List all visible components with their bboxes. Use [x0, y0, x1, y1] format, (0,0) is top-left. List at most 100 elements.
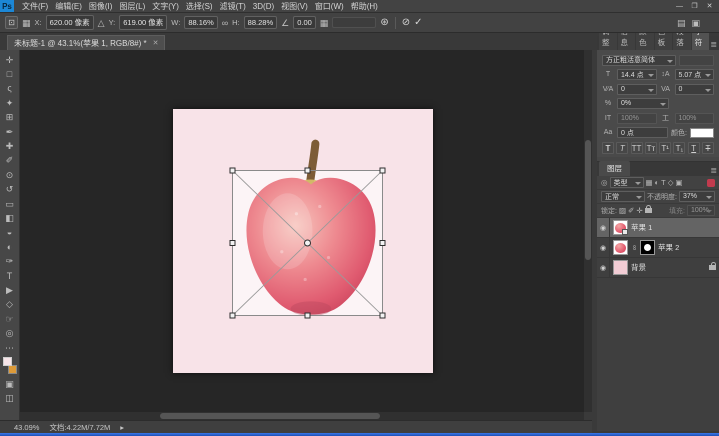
- faux-bold-button[interactable]: T: [602, 142, 614, 154]
- filter-adjustment-icon[interactable]: ◐: [655, 178, 660, 187]
- pen-tool[interactable]: ✑: [2, 254, 18, 267]
- foreground-color-swatch[interactable]: [3, 357, 12, 366]
- layer-row-apple-1[interactable]: ◉ 苹果 1: [597, 218, 719, 238]
- arrange-documents-icon[interactable]: ▤: [677, 18, 686, 28]
- layer-name[interactable]: 背景: [631, 262, 646, 273]
- layer-thumbnail[interactable]: [613, 240, 628, 255]
- minimize-button[interactable]: —: [673, 1, 686, 11]
- commit-transform-button[interactable]: ✓: [414, 18, 422, 28]
- warp-mode-icon[interactable]: ⊛: [380, 18, 388, 28]
- workspace-icon[interactable]: ▣: [691, 18, 700, 28]
- background-color-swatch[interactable]: [8, 365, 17, 374]
- gradient-tool[interactable]: ◧: [2, 211, 18, 224]
- horizontal-scale-field[interactable]: 100%: [675, 113, 715, 124]
- lasso-tool[interactable]: ς: [2, 82, 18, 95]
- filter-text-icon[interactable]: T: [661, 178, 666, 187]
- visibility-eye-icon[interactable]: ◉: [597, 238, 610, 257]
- canvas-area[interactable]: [20, 50, 584, 420]
- visibility-eye-icon[interactable]: ◉: [597, 258, 610, 277]
- menu-3d[interactable]: 3D(D): [253, 2, 274, 11]
- layers-panel-menu-icon[interactable]: ≣: [710, 166, 717, 176]
- close-button[interactable]: ✕: [703, 1, 716, 11]
- kerning-field[interactable]: 0: [617, 84, 657, 95]
- rotation-field[interactable]: 0.00: [293, 16, 316, 29]
- menu-file[interactable]: 文件(F): [22, 1, 48, 12]
- leading-field[interactable]: 5.07 点: [675, 69, 715, 80]
- small-caps-button[interactable]: Tᴛ: [645, 142, 657, 154]
- filter-shape-icon[interactable]: ◇: [668, 178, 674, 187]
- blend-mode-select[interactable]: 正常: [601, 191, 645, 202]
- filter-toggle[interactable]: [707, 179, 715, 187]
- marquee-tool[interactable]: □: [2, 67, 18, 80]
- tab-close-icon[interactable]: ✕: [153, 39, 159, 47]
- font-family-select[interactable]: 方正粗活意简体: [602, 55, 676, 66]
- filter-pixel-icon[interactable]: ▦: [646, 178, 653, 187]
- menu-select[interactable]: 选择(S): [186, 1, 213, 12]
- move-tool[interactable]: ✛: [2, 53, 18, 66]
- photoshop-logo[interactable]: Ps: [0, 0, 14, 12]
- path-selection-tool[interactable]: ▶: [2, 283, 18, 296]
- horizontal-scroll-thumb[interactable]: [160, 413, 380, 419]
- lock-all-icon[interactable]: [645, 208, 652, 213]
- filter-type-select[interactable]: 类型: [610, 177, 644, 188]
- layer-row-background[interactable]: ◉ 背景: [597, 258, 719, 278]
- menu-type[interactable]: 文字(Y): [152, 1, 179, 12]
- text-color-swatch[interactable]: [690, 128, 714, 138]
- menu-filter[interactable]: 滤镜(T): [220, 1, 246, 12]
- underline-button[interactable]: T: [688, 142, 700, 154]
- fill-field[interactable]: 100%: [687, 205, 715, 216]
- baseline-shift-field[interactable]: 0 点: [617, 127, 668, 138]
- free-transform-box[interactable]: [224, 162, 391, 324]
- vertical-scroll-thumb[interactable]: [585, 140, 591, 260]
- brush-tool[interactable]: ✐: [2, 154, 18, 167]
- zoom-level-field[interactable]: 43.09%: [14, 423, 39, 432]
- layer-thumbnail[interactable]: [613, 260, 628, 275]
- status-options-arrow-icon[interactable]: ▸: [120, 423, 124, 432]
- cancel-transform-button[interactable]: ⊘: [402, 18, 410, 28]
- interpolation-icon[interactable]: ▦: [320, 18, 329, 28]
- menu-image[interactable]: 图像(I): [89, 1, 113, 12]
- screen-mode-button[interactable]: ◫: [2, 392, 18, 405]
- eyedropper-tool[interactable]: ✒: [2, 125, 18, 138]
- restore-button[interactable]: ❐: [688, 1, 701, 11]
- faux-italic-button[interactable]: T: [616, 142, 628, 154]
- history-brush-tool[interactable]: ↺: [2, 183, 18, 196]
- lock-position-icon[interactable]: ✛: [636, 206, 642, 215]
- layer-thumbnail[interactable]: [613, 220, 628, 235]
- visibility-eye-icon[interactable]: ◉: [597, 218, 610, 237]
- all-caps-button[interactable]: TT: [631, 142, 643, 154]
- tracking-field[interactable]: 0: [675, 84, 715, 95]
- lock-transparency-icon[interactable]: ▨: [619, 206, 626, 215]
- panel-menu-icon[interactable]: ≣: [710, 40, 717, 50]
- canvas-document[interactable]: [173, 109, 433, 373]
- layer-name[interactable]: 苹果 2: [658, 242, 679, 253]
- horizontal-scrollbar[interactable]: [20, 412, 584, 420]
- y-position-field[interactable]: 619.00 像素: [119, 15, 167, 30]
- healing-brush-tool[interactable]: ✚: [2, 139, 18, 152]
- zoom-tool[interactable]: ◎: [2, 326, 18, 339]
- relative-position-icon[interactable]: △: [98, 18, 105, 28]
- maintain-aspect-icon[interactable]: ∞: [222, 18, 228, 28]
- filter-smart-icon[interactable]: ▣: [676, 178, 683, 187]
- layer-row-apple-2[interactable]: ◉ ∞ 苹果 2: [597, 238, 719, 258]
- edit-toolbar-icon[interactable]: ⋯: [2, 341, 18, 354]
- menu-view[interactable]: 视图(V): [281, 1, 308, 12]
- x-position-field[interactable]: 620.00 像素: [46, 15, 94, 30]
- layer-mask-thumbnail[interactable]: [640, 240, 655, 255]
- width-scale-field[interactable]: 88.16%: [184, 16, 217, 29]
- dodge-tool[interactable]: ◐: [2, 240, 18, 253]
- menu-help[interactable]: 帮助(H): [351, 1, 378, 12]
- vertical-scrollbar[interactable]: [584, 50, 592, 412]
- menu-window[interactable]: 窗口(W): [315, 1, 344, 12]
- clone-stamp-tool[interactable]: ⊙: [2, 168, 18, 181]
- subscript-button[interactable]: T₁: [673, 142, 685, 154]
- opacity-field[interactable]: 37%: [679, 191, 715, 202]
- reference-point-locator[interactable]: ▦: [22, 18, 31, 28]
- superscript-button[interactable]: T¹: [659, 142, 671, 154]
- menu-layer[interactable]: 图层(L): [119, 1, 145, 12]
- blur-tool[interactable]: ◒: [2, 226, 18, 239]
- hand-tool[interactable]: ☞: [2, 312, 18, 325]
- type-tool[interactable]: T: [2, 269, 18, 282]
- proportional-spacing-select[interactable]: 0%: [617, 98, 669, 109]
- layer-name[interactable]: 苹果 1: [631, 222, 652, 233]
